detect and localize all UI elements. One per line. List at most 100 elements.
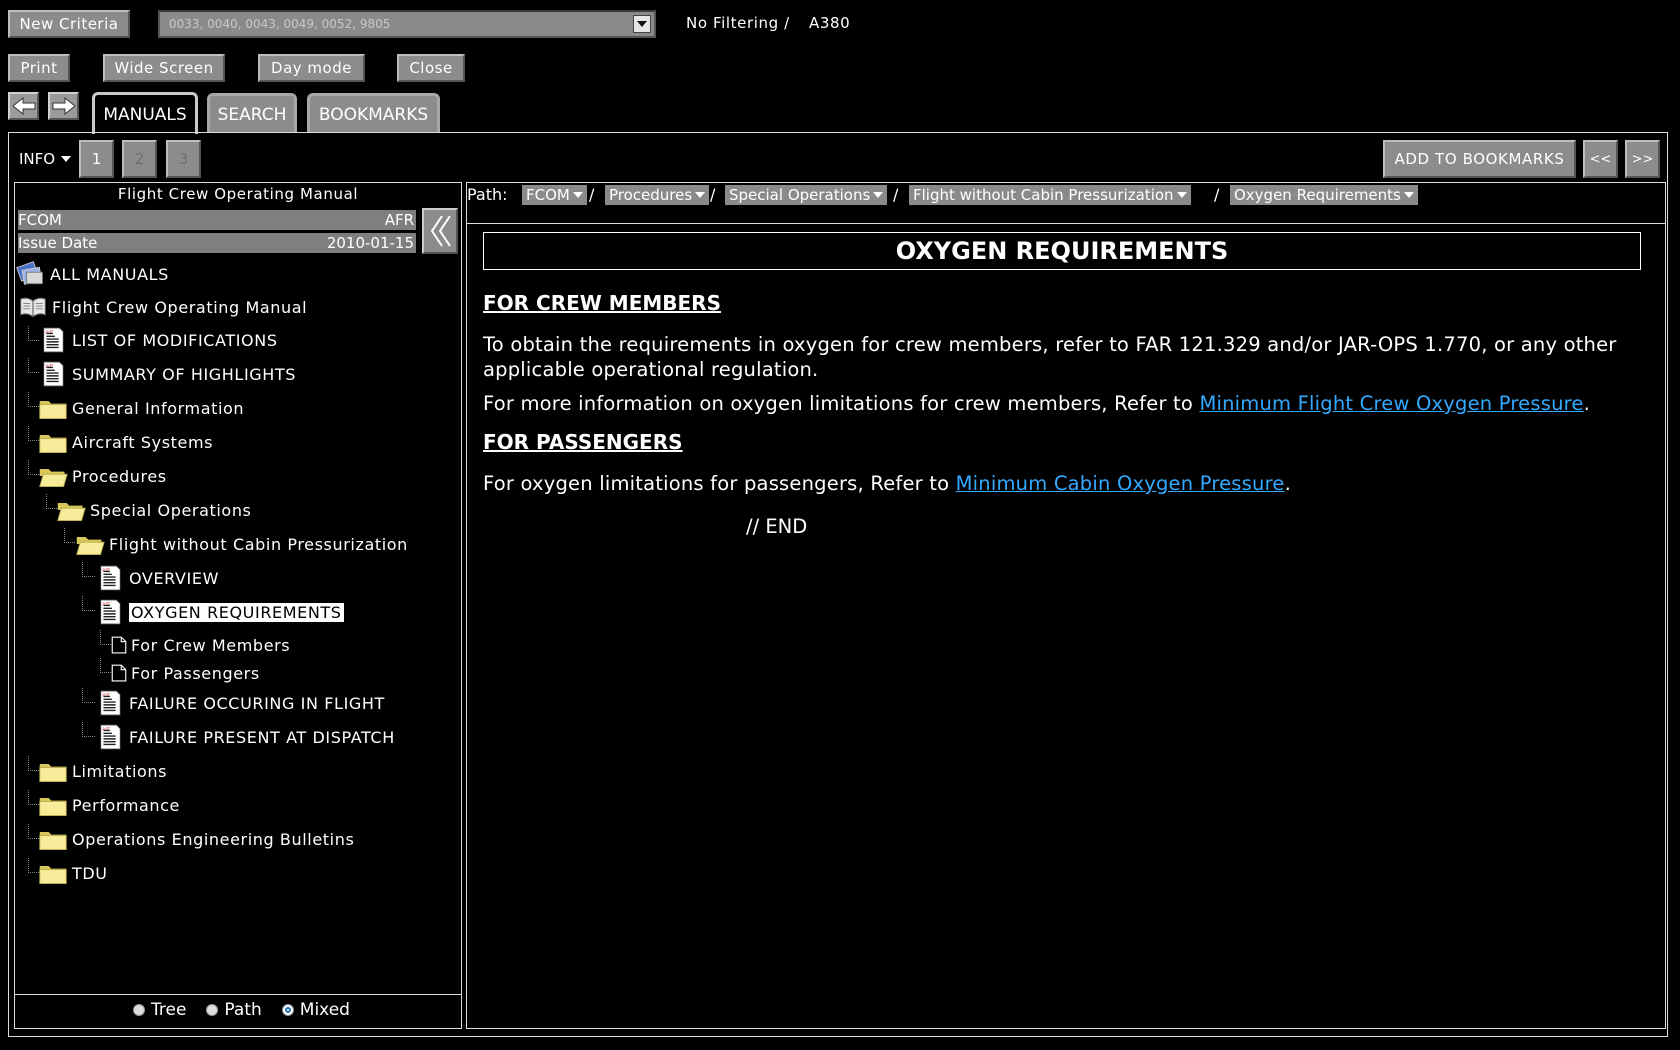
- path-separator: /: [589, 185, 595, 204]
- book-icon: [18, 293, 48, 321]
- tree-item-flight-without-cabin-pressurization[interactable]: Flight without Cabin Pressurization: [75, 530, 408, 558]
- tree-label-selected: OXYGEN REQUIREMENTS: [128, 601, 345, 623]
- tree-item-aircraft-systems[interactable]: Aircraft Systems: [38, 428, 213, 456]
- tree-label: FAILURE OCCURING IN FLIGHT: [129, 693, 385, 713]
- page-icon: [111, 636, 127, 654]
- section-heading-passengers: FOR PASSENGERS: [483, 430, 683, 454]
- path-separator: /: [893, 185, 899, 204]
- path-label: Path:: [467, 185, 508, 204]
- filter-status: No Filtering /: [686, 14, 790, 32]
- tree-item-special-operations[interactable]: Special Operations: [56, 496, 252, 524]
- section-heading-crew: FOR CREW MEMBERS: [483, 291, 721, 315]
- tree-item-summary-of-highlights[interactable]: SUMMARY OF HIGHLIGHTS: [38, 360, 296, 388]
- manual-code-row: FCOM AFR: [18, 210, 416, 230]
- link-min-flight-crew-oxygen[interactable]: Minimum Flight Crew Oxygen Pressure: [1199, 392, 1583, 415]
- new-criteria-button[interactable]: New Criteria: [8, 10, 130, 38]
- tree-item-operations-engineering-bulletins[interactable]: Operations Engineering Bulletins: [38, 825, 354, 853]
- crumb-label: Oxygen Requirements: [1234, 186, 1401, 204]
- chevron-down-icon: [873, 192, 884, 198]
- paragraph-text: For oxygen limitations for passengers, R…: [483, 472, 956, 495]
- tree-label: Performance: [72, 795, 180, 815]
- aircraft-type: A380: [809, 14, 851, 32]
- crumb-flight-without-cabin-pressurization[interactable]: Flight without Cabin Pressurization: [909, 185, 1191, 205]
- document-icon: [95, 723, 125, 751]
- tree-label: Procedures: [72, 466, 167, 486]
- tree-all-manuals[interactable]: ALL MANUALS: [16, 260, 169, 288]
- end-marker: // END: [746, 515, 808, 538]
- folder-icon: [38, 859, 68, 887]
- crumb-label: Flight without Cabin Pressurization: [913, 186, 1174, 204]
- folder-icon: [38, 394, 68, 422]
- criteria-select[interactable]: 0033, 0040, 0043, 0049, 0052, 9805: [158, 10, 656, 38]
- manual-code: FCOM: [18, 211, 62, 229]
- crumb-fcom[interactable]: FCOM: [522, 185, 587, 205]
- chevron-down-icon: [1176, 192, 1187, 198]
- tree-label: For Crew Members: [131, 635, 291, 655]
- document-icon: [95, 689, 125, 717]
- wide-screen-button[interactable]: Wide Screen: [103, 54, 225, 82]
- paragraph-period: .: [1583, 392, 1591, 415]
- document-icon: [38, 360, 68, 388]
- tree-item-for-crew-members[interactable]: For Crew Members: [111, 631, 290, 659]
- radio-tree[interactable]: [133, 1004, 145, 1016]
- tree-item-procedures[interactable]: Procedures: [38, 462, 167, 490]
- tree-item-general-information[interactable]: General Information: [38, 394, 244, 422]
- back-arrow-icon[interactable]: [8, 92, 39, 120]
- tree-label: TDU: [72, 863, 108, 883]
- all-manuals-icon: [16, 260, 46, 288]
- chevron-down-icon: [695, 192, 706, 198]
- tab-search[interactable]: SEARCH: [207, 93, 297, 133]
- next-page-button[interactable]: >>: [1625, 140, 1660, 178]
- tree-label: General Information: [72, 398, 245, 418]
- view-mode-group: Tree Path Mixed: [133, 1000, 350, 1020]
- issue-date-row: Issue Date 2010-01-15: [18, 233, 416, 253]
- folder-icon: [38, 757, 68, 785]
- tree-item-failure-present-at-dispatch[interactable]: FAILURE PRESENT AT DISPATCH: [95, 723, 395, 751]
- crumb-special-operations[interactable]: Special Operations: [725, 185, 888, 205]
- forward-arrow-icon[interactable]: [48, 92, 79, 120]
- divider: [14, 994, 462, 995]
- issue-date-label: Issue Date: [18, 234, 98, 252]
- tree-item-performance[interactable]: Performance: [38, 791, 180, 819]
- radio-path-label: Path: [224, 1000, 262, 1020]
- radio-path[interactable]: [206, 1004, 219, 1016]
- info-menu[interactable]: INFO: [16, 148, 72, 170]
- tab-manuals[interactable]: MANUALS: [92, 92, 198, 134]
- chevron-down-icon[interactable]: [633, 15, 651, 33]
- tree-label: Operations Engineering Bulletins: [72, 829, 355, 849]
- link-min-cabin-oxygen[interactable]: Minimum Cabin Oxygen Pressure: [956, 472, 1285, 495]
- page-2-button[interactable]: 2: [122, 140, 157, 178]
- crumb-oxygen-requirements[interactable]: Oxygen Requirements: [1230, 185, 1418, 205]
- close-button[interactable]: Close: [397, 54, 465, 82]
- radio-mixed[interactable]: [281, 1004, 294, 1016]
- crumb-procedures[interactable]: Procedures: [605, 185, 710, 205]
- tab-bookmarks[interactable]: BOOKMARKS: [307, 93, 440, 133]
- page-3-button[interactable]: 3: [166, 140, 201, 178]
- paragraph-crew-requirements: To obtain the requirements in oxygen for…: [483, 333, 1617, 381]
- add-to-bookmarks-button[interactable]: ADD TO BOOKMARKS: [1383, 140, 1576, 178]
- tree-item-oxygen-requirements[interactable]: OXYGEN REQUIREMENTS: [95, 598, 345, 626]
- tree-item-limitations[interactable]: Limitations: [38, 757, 167, 785]
- tree-item-overview[interactable]: OVERVIEW: [95, 564, 219, 592]
- paragraph-crew-limitations: For more information on oxygen limitatio…: [483, 391, 1633, 416]
- manual-title: Flight Crew Operating Manual: [117, 185, 359, 203]
- chevron-down-icon: [572, 192, 583, 198]
- tree-label: Flight without Cabin Pressurization: [109, 534, 408, 554]
- tree-label: ALL MANUALS: [50, 264, 169, 284]
- tree-item-tdu[interactable]: TDU: [38, 859, 108, 887]
- day-mode-button[interactable]: Day mode: [258, 54, 365, 82]
- previous-page-button[interactable]: <<: [1583, 140, 1618, 178]
- tree-root-manual[interactable]: Flight Crew Operating Manual: [18, 293, 307, 321]
- tree-label: Limitations: [72, 761, 168, 781]
- print-button[interactable]: Print: [8, 54, 70, 82]
- tree-label: OVERVIEW: [129, 568, 220, 588]
- tree-item-list-of-modifications[interactable]: LIST OF MODIFICATIONS: [38, 326, 278, 354]
- tree-item-for-passengers[interactable]: For Passengers: [111, 659, 260, 687]
- tree-item-failure-occuring-in-flight[interactable]: FAILURE OCCURING IN FLIGHT: [95, 689, 385, 717]
- chevron-down-icon: [1403, 192, 1414, 198]
- page-1-button[interactable]: 1: [79, 140, 114, 178]
- collapse-panel-icon[interactable]: [422, 208, 458, 254]
- tree-label: SUMMARY OF HIGHLIGHTS: [72, 364, 297, 384]
- radio-tree-label: Tree: [151, 1000, 187, 1020]
- document-icon: [95, 598, 125, 626]
